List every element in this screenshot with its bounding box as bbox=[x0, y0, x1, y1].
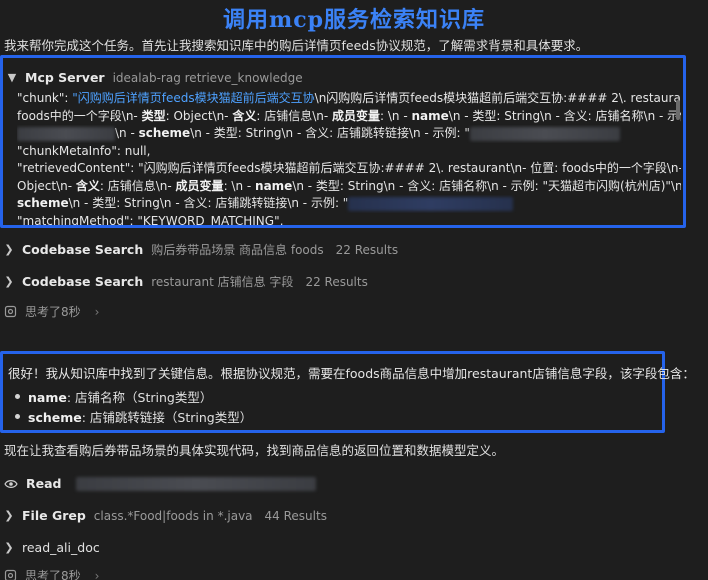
chevron-right-icon[interactable]: ❯ bbox=[4, 243, 14, 256]
brain-icon bbox=[4, 305, 17, 318]
redacted-text bbox=[348, 196, 514, 211]
bullet-icon bbox=[15, 413, 20, 419]
redacted-text bbox=[75, 476, 316, 491]
eye-icon bbox=[4, 479, 18, 488]
agent-chat-panel: 调用mcp服务检索知识库 我来帮你完成这个任务。首先让我搜索知识库中的购后详情页… bbox=[0, 0, 708, 580]
brain-icon bbox=[4, 569, 17, 580]
chevron-right-icon[interactable]: ❯ bbox=[4, 275, 14, 288]
mcp-tool-subtitle: idealab-rag retrieve_knowledge bbox=[112, 70, 303, 85]
assistant-next-step-message: 现在让我查看购后券带品场景的具体实现代码，找到商品信息的返回位置和数据模型定义。 bbox=[4, 443, 505, 458]
list-item: name: 店铺名称（String类型） bbox=[15, 386, 252, 406]
json-line: foods中的一个字段\n- 类型: Object\n- 含义: 店铺信息\n-… bbox=[17, 108, 681, 123]
json-line: Object\n- 含义: 店铺信息\n- 成员变量: \n - name\n … bbox=[17, 178, 681, 193]
read-ali-doc-row[interactable]: ❯ read_ali_doc bbox=[4, 540, 99, 555]
mcp-tool-header[interactable]: ▼ Mcp Server idealab-rag retrieve_knowle… bbox=[7, 70, 303, 85]
file-grep-row[interactable]: ❯ File Grep class.*Food|foods in *.java … bbox=[4, 508, 327, 523]
chevron-right-icon: › bbox=[94, 568, 100, 580]
chevron-right-icon: › bbox=[94, 304, 100, 319]
redacted-text bbox=[17, 126, 115, 141]
chevron-down-icon[interactable]: ▼ bbox=[7, 71, 17, 84]
chevron-right-icon[interactable]: ❯ bbox=[4, 541, 14, 554]
list-item: scheme: 店铺跳转链接（String类型） bbox=[15, 406, 252, 426]
mcp-tool-call-block: ▼ Mcp Server idealab-rag retrieve_knowle… bbox=[0, 55, 686, 228]
redacted-text bbox=[469, 126, 620, 141]
codebase-search-row-2[interactable]: ❯ Codebase Search restaurant 店铺信息 字段 22 … bbox=[4, 273, 367, 290]
json-line: "matchingMethod": "KEYWORD_MATCHING", bbox=[17, 213, 284, 226]
thought-toggle-1[interactable]: 思考了8秒 › bbox=[4, 303, 99, 320]
chunk-highlight: "闪购购后详情页feeds模块猫超前后端交互协 bbox=[72, 91, 315, 105]
mcp-tool-name: Mcp Server bbox=[25, 70, 105, 85]
json-line: "chunk": "闪购购后详情页feeds模块猫超前后端交互协\n闪购购后详情… bbox=[17, 91, 681, 105]
assistant-finding-block: 很好！我从知识库中找到了关键信息。根据协议规范，需要在foods商品信息中增加r… bbox=[0, 351, 695, 433]
mcp-result-json: "chunk": "闪购购后详情页feeds模块猫超前后端交互协\n闪购购后详情… bbox=[17, 90, 681, 226]
json-line: "retrievedContent": "闪购购后详情页feeds模块猫超前后端… bbox=[17, 161, 681, 175]
scrollbar-thumb[interactable] bbox=[676, 100, 680, 120]
assistant-intro-message: 我来帮你完成这个任务。首先让我搜索知识库中的购后详情页feeds协议规范，了解需… bbox=[4, 38, 589, 53]
codebase-search-row-1[interactable]: ❯ Codebase Search 购后券带品场景 商品信息 foods 22 … bbox=[4, 241, 398, 258]
read-file-row[interactable]: Read bbox=[4, 476, 316, 491]
thought-toggle-2[interactable]: 思考了8秒 › bbox=[4, 567, 99, 580]
chevron-right-icon[interactable]: ❯ bbox=[4, 509, 14, 522]
json-line: \n - scheme\n - 类型: String\n - 含义: 店铺跳转链… bbox=[17, 125, 681, 143]
finding-message: 很好！我从知识库中找到了关键信息。根据协议规范，需要在foods商品信息中增加r… bbox=[8, 366, 695, 381]
bullet-icon bbox=[15, 393, 20, 399]
json-line: "chunkMetaInfo": null, bbox=[17, 143, 151, 158]
annotation-banner: 调用mcp服务检索知识库 bbox=[222, 7, 486, 33]
json-line: scheme\n - 类型: String\n - 含义: 店铺跳转链接\n -… bbox=[17, 195, 681, 213]
finding-list: name: 店铺名称（String类型） scheme: 店铺跳转链接（Stri… bbox=[15, 386, 252, 426]
